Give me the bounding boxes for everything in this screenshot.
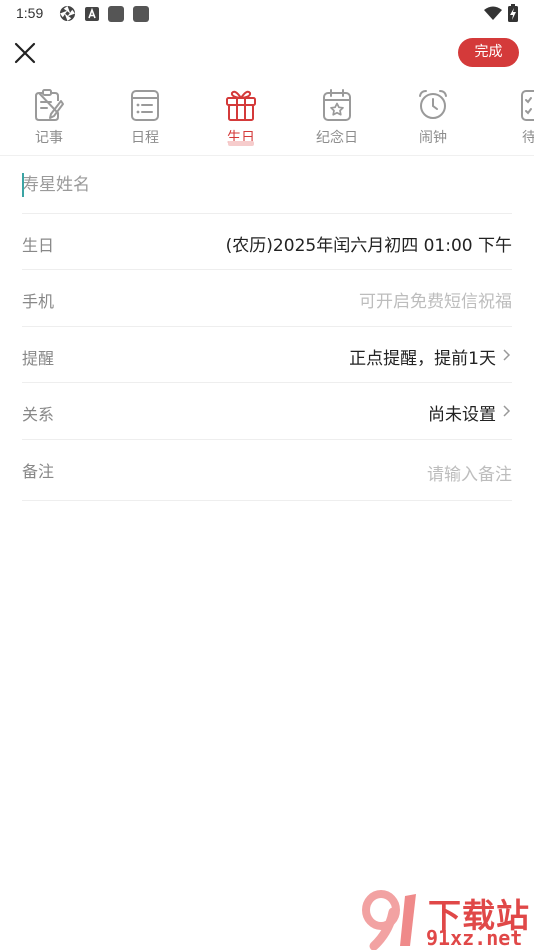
- reminder-label: 提醒: [22, 348, 55, 368]
- relation-label: 关系: [22, 405, 55, 424]
- note-label: 备注: [22, 461, 55, 481]
- tab-anniversary[interactable]: 纪念日: [302, 84, 372, 154]
- tab-label: 纪念日: [316, 130, 358, 146]
- todo-checklist-icon: [521, 90, 534, 121]
- text-caret: [22, 173, 24, 197]
- tab-label: 记事: [35, 130, 63, 146]
- phone-row[interactable]: 手机 可开启免费短信祝福: [22, 270, 512, 327]
- tab-label: 闹钟: [419, 130, 447, 146]
- watermark: 下载站 91xz.net: [362, 888, 534, 950]
- gray-square-icon: [133, 6, 149, 22]
- note-row[interactable]: 备注 请输入备注: [22, 440, 512, 501]
- a-box-icon: [85, 6, 99, 25]
- close-icon: [14, 42, 36, 64]
- battery-charging-icon: [508, 4, 518, 26]
- close-button[interactable]: [10, 38, 40, 68]
- gift-icon: [226, 90, 256, 121]
- reminder-value: 正点提醒，提前1天: [349, 348, 496, 369]
- phone-input[interactable]: 可开启免费短信祝福: [359, 287, 512, 312]
- tab-note[interactable]: 记事: [14, 84, 84, 154]
- reminder-row[interactable]: 提醒 正点提醒，提前1天: [22, 327, 512, 383]
- name-input[interactable]: [22, 169, 512, 201]
- name-row: [22, 157, 512, 214]
- note-input[interactable]: 请输入备注: [427, 460, 512, 485]
- tab-label: 待: [494, 127, 534, 147]
- active-tab-indicator: [228, 141, 254, 146]
- gray-square-icon: [108, 6, 124, 22]
- tab-todo[interactable]: 待: [494, 84, 534, 154]
- alarm-clock-icon: [419, 90, 447, 119]
- status-bar: 1:59: [0, 0, 534, 28]
- tab-alarm[interactable]: 闹钟: [398, 84, 468, 154]
- relation-row[interactable]: 关系 尚未设置: [22, 383, 512, 440]
- site-logo-icon: [362, 890, 416, 950]
- watermark-domain: 91xz.net: [426, 926, 523, 950]
- birthday-value[interactable]: (农历)2025年闰六月初四 01:00 下午: [226, 231, 512, 256]
- chevron-right-icon: [503, 405, 511, 417]
- tab-schedule[interactable]: 日程: [110, 84, 180, 154]
- status-time: 1:59: [16, 5, 44, 21]
- category-tabs: 记事 日程 生日 纪念日 闹钟: [0, 84, 534, 156]
- note-edit-icon: [35, 89, 64, 121]
- done-button[interactable]: 完成: [458, 38, 519, 67]
- chevron-right-icon: [503, 348, 511, 361]
- birthday-form: 生日 (农历)2025年闰六月初四 01:00 下午 手机 可开启免费短信祝福 …: [22, 157, 512, 501]
- relation-value: 尚未设置: [428, 405, 496, 425]
- tab-label: 日程: [131, 130, 159, 146]
- birthday-label: 生日: [22, 235, 55, 255]
- aperture-icon: [59, 5, 76, 26]
- phone-label: 手机: [22, 292, 55, 311]
- tab-birthday[interactable]: 生日: [206, 84, 276, 154]
- wifi-icon: [484, 6, 502, 25]
- calendar-star-icon: [323, 89, 351, 121]
- birthday-row[interactable]: 生日 (农历)2025年闰六月初四 01:00 下午: [22, 214, 512, 270]
- schedule-list-icon: [131, 90, 159, 121]
